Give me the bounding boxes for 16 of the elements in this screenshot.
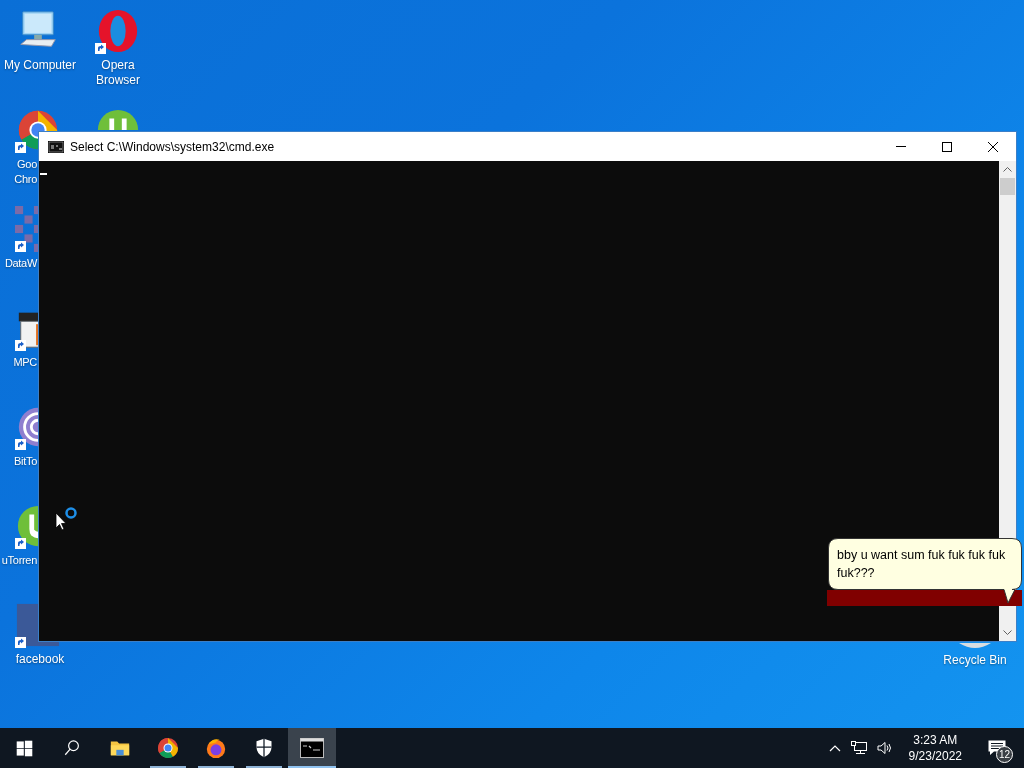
icon-label: Browser [96, 73, 140, 88]
icon-label: facebook [15, 652, 65, 667]
clock-date[interactable]: 9/23/2022 [908, 748, 962, 764]
icon-label: Chro [14, 172, 37, 187]
notification-count: 12 [996, 746, 1013, 763]
icon-label: Opera [101, 58, 135, 73]
icon-label: Goo [17, 157, 37, 172]
clock-time[interactable]: 3:23 AM [913, 732, 958, 748]
icon-label: BitTo [14, 454, 37, 469]
window-title: Select C:\Windows\system32\cmd.exe [70, 138, 275, 156]
icon-label: uTorren [1, 553, 37, 568]
icon-label: My Computer [4, 58, 76, 73]
icon-label: MPC [13, 355, 37, 370]
icon-label: DataW [4, 256, 37, 271]
icon-label: Recycle Bin [943, 652, 1007, 669]
balloon-text: bby u want sum fuk fuk fuk fuk fuk??? [837, 547, 1007, 582]
